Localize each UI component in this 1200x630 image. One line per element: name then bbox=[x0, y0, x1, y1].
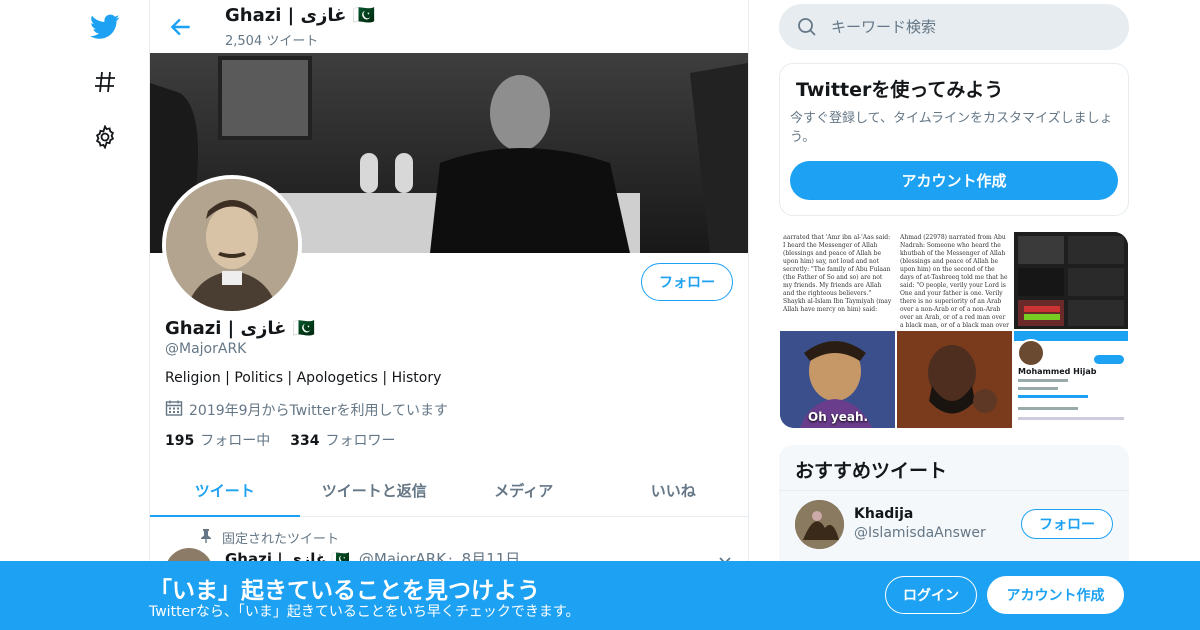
follow-button[interactable]: フォロー bbox=[641, 263, 733, 301]
recommended-user-name[interactable]: Khadija bbox=[854, 506, 913, 522]
pinned-tweet-label: 固定されたツイート bbox=[200, 528, 339, 547]
media-thumbnail[interactable]: Oh yeah. bbox=[780, 331, 895, 428]
followers-stat[interactable]: 334 フォロワー bbox=[290, 430, 395, 450]
signup-button[interactable]: アカウント作成 bbox=[987, 576, 1124, 614]
media-thumbnail[interactable] bbox=[1014, 232, 1128, 329]
gear-icon[interactable] bbox=[88, 120, 122, 154]
calendar-icon bbox=[165, 399, 183, 421]
search-input[interactable] bbox=[831, 18, 1111, 36]
profile-name: Ghazi | غازی 🇵🇰 bbox=[165, 318, 316, 339]
tab-tweets-and-replies[interactable]: ツイートと返信 bbox=[300, 465, 450, 516]
prompt-subtitle: Twitterなら、「いま」起きていることをいち早くチェックできます。 bbox=[149, 604, 580, 620]
media-thumbnail[interactable] bbox=[897, 331, 1012, 428]
signup-card-title: Twitterを使ってみよう bbox=[796, 79, 1004, 101]
media-card-name: Mohammed Hijab bbox=[1018, 367, 1097, 376]
media-thumbnail[interactable]: narrated that 'Amr ibn al-'Aas said: I h… bbox=[780, 232, 895, 329]
join-date-text: 2019年9月からTwitterを利用しています bbox=[189, 403, 449, 419]
create-account-button[interactable]: アカウント作成 bbox=[790, 161, 1118, 200]
header-tweet-count: 2,504 ツイート bbox=[225, 34, 319, 49]
profile-tabs: ツイート ツイートと返信 メディア いいね bbox=[150, 465, 748, 517]
profile-stats: 195 フォロー中 334 フォロワー bbox=[165, 430, 395, 450]
profile-avatar[interactable] bbox=[162, 175, 302, 315]
back-arrow-icon[interactable] bbox=[168, 14, 194, 40]
prompt-title: 「いま」起きていることを見つけよう bbox=[149, 578, 540, 604]
pin-icon bbox=[200, 528, 212, 547]
recommended-follow-button[interactable]: フォロー bbox=[1021, 509, 1113, 539]
profile-column: Ghazi | غازی 🇵🇰 2,504 ツイート フォロー Ghazi | … bbox=[149, 0, 749, 630]
signup-card: Twitterを使ってみよう 今すぐ登録して、タイムラインをカスタマイズしましょ… bbox=[779, 63, 1129, 216]
divider bbox=[779, 490, 1129, 491]
search-icon bbox=[797, 17, 817, 37]
media-thumbnail[interactable]: Ahmad (22978) narrated from Abu Nadrah: … bbox=[897, 232, 1012, 329]
recommended-title: おすすめツイート bbox=[795, 460, 948, 482]
following-stat[interactable]: 195 フォロー中 bbox=[165, 430, 270, 450]
tab-tweets[interactable]: ツイート bbox=[150, 465, 300, 517]
media-gallery: narrated that 'Amr ibn al-'Aas said: I h… bbox=[780, 232, 1128, 428]
profile-join-date: 2019年9月からTwitterを利用しています bbox=[165, 399, 448, 421]
signup-prompt-bar: 「いま」起きていることを見つけよう Twitterなら、「いま」起きていることを… bbox=[0, 561, 1200, 630]
recommended-user-handle: @IslamisdaAnswer bbox=[854, 525, 986, 541]
header-profile-name: Ghazi | غازی 🇵🇰 bbox=[225, 5, 376, 26]
tab-media[interactable]: メディア bbox=[449, 465, 599, 516]
media-thumbnail[interactable]: Mohammed Hijab bbox=[1014, 331, 1128, 428]
tab-likes[interactable]: いいね bbox=[599, 465, 749, 516]
search-box[interactable] bbox=[779, 4, 1129, 50]
avatar[interactable] bbox=[795, 500, 844, 549]
login-button[interactable]: ログイン bbox=[885, 576, 977, 614]
hashtag-icon[interactable] bbox=[88, 65, 122, 99]
profile-handle: @MajorARK bbox=[165, 341, 247, 357]
profile-topbar: Ghazi | غازی 🇵🇰 2,504 ツイート bbox=[150, 0, 748, 53]
signup-card-description: 今すぐ登録して、タイムラインをカスタマイズしましょう。 bbox=[790, 111, 1113, 145]
twitter-logo-icon[interactable] bbox=[88, 10, 122, 44]
profile-bio: Religion | Politics | Apologetics | Hist… bbox=[165, 370, 442, 386]
media-caption: Oh yeah. bbox=[808, 410, 869, 424]
